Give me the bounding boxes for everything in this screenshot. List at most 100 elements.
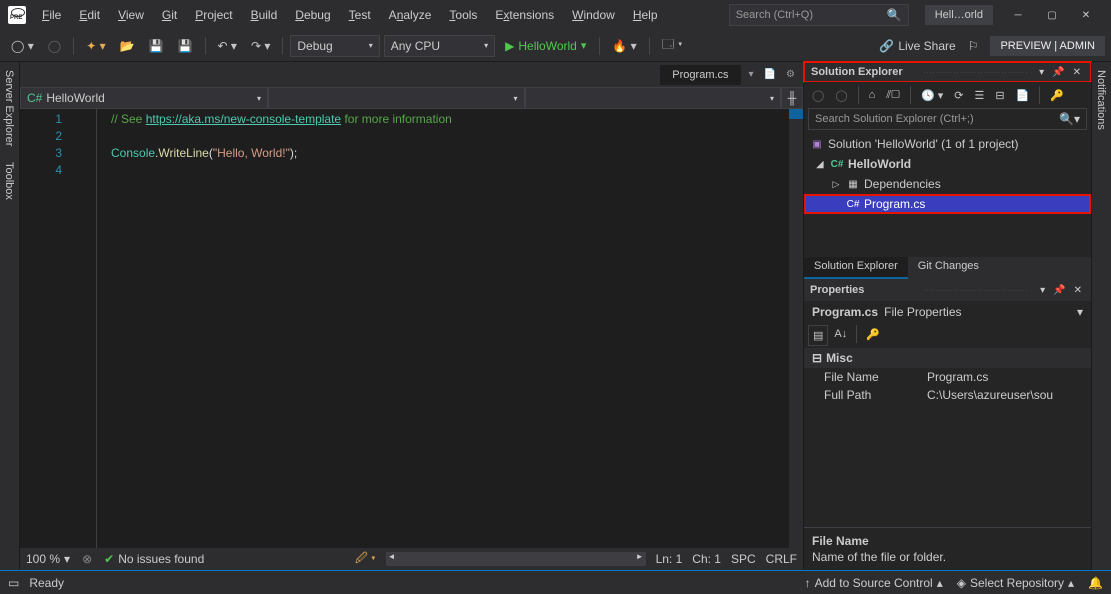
properties-category-misc[interactable]: ⊟Misc [804, 348, 1091, 368]
repo-icon: ◈ [957, 576, 966, 590]
tree-dependencies[interactable]: ▷▦Dependencies [804, 174, 1091, 194]
collapse-icon: ⊟ [812, 351, 822, 365]
nav-member-dropdown[interactable]: ▾ [525, 87, 782, 109]
notifications-tab[interactable]: Notifications [1092, 62, 1110, 138]
error-lens-icon[interactable]: ⊗ [82, 552, 92, 566]
undo-button[interactable]: ↶ ▾ [213, 36, 242, 56]
tab-dropdown-icon[interactable]: ▾ [745, 67, 758, 82]
platform-dropdown[interactable]: Any CPU▾ [384, 35, 495, 57]
nav-fwd-button[interactable]: ◯ [43, 36, 66, 56]
pin-icon[interactable]: 📌 [1050, 283, 1068, 298]
csharp-file-icon: C# [846, 199, 860, 210]
run-button[interactable]: ▶HelloWorld ▾ [499, 35, 592, 57]
se-collapse-icon[interactable]: ⊟ [991, 86, 1008, 105]
nav-back-button[interactable]: ◯ ▾ [6, 36, 39, 56]
close-button[interactable]: ✕ [1069, 2, 1103, 28]
output-icon[interactable]: ▭ [8, 576, 19, 590]
menu-tools[interactable]: Tools [441, 4, 485, 26]
save-all-button[interactable]: 💾 [173, 36, 198, 56]
main-menu: File Edit View Git Project Build Debug T… [34, 4, 721, 26]
solution-name[interactable]: Hell…orld [925, 5, 993, 25]
code-editor[interactable]: 1234 // See https://aka.ms/new-console-t… [20, 109, 803, 548]
se-sync-icon[interactable]: ⟳ [950, 86, 967, 105]
property-row-filename[interactable]: File NameProgram.cs [804, 368, 1091, 386]
nav-type-dropdown[interactable]: ▾ [268, 87, 525, 109]
menu-help[interactable]: Help [625, 4, 666, 26]
menu-window[interactable]: Window [564, 4, 623, 26]
horizontal-scrollbar[interactable] [386, 552, 646, 566]
indent-mode[interactable]: SPC [731, 552, 756, 566]
vs-logo-icon [8, 6, 26, 24]
live-share-button[interactable]: 🔗Live Share [879, 39, 955, 53]
search-placeholder: Search (Ctrl+Q) [736, 9, 887, 21]
char-col[interactable]: Ch: 1 [692, 552, 721, 566]
issues-indicator[interactable]: ✔No issues found [104, 552, 204, 566]
preview-admin-badge[interactable]: PREVIEW | ADMIN [990, 36, 1105, 56]
tab-settings-icon[interactable]: ⚙ [782, 67, 799, 82]
search-input[interactable]: Search (Ctrl+Q) 🔍 [729, 4, 909, 26]
se-home-icon[interactable]: ⌂ [865, 86, 880, 104]
tools-icon[interactable]: 🖉 ▾ [355, 549, 376, 570]
tree-project[interactable]: ◢C#HelloWorld [804, 154, 1091, 174]
server-explorer-tab[interactable]: Server Explorer [0, 62, 18, 154]
vertical-scrollbar[interactable] [789, 109, 803, 548]
sort-icon[interactable]: A↓ [830, 325, 851, 346]
tree-solution[interactable]: ▣Solution 'HelloWorld' (1 of 1 project) [804, 134, 1091, 154]
menu-view[interactable]: View [110, 4, 152, 26]
nav-project-dropdown[interactable]: C#HelloWorld▾ [20, 87, 268, 109]
menu-extensions[interactable]: Extensions [487, 4, 562, 26]
property-pages-icon[interactable]: 🔑 [862, 325, 884, 346]
menu-file[interactable]: File [34, 4, 69, 26]
tab-preview-icon[interactable]: 📄 [760, 67, 780, 82]
line-col[interactable]: Ln: 1 [656, 552, 683, 566]
close-icon[interactable]: ✕ [1071, 283, 1085, 298]
solution-explorer-search[interactable]: Search Solution Explorer (Ctrl+;) 🔍▾ [808, 108, 1087, 130]
pin-icon[interactable]: 📌 [1049, 65, 1067, 80]
menu-debug[interactable]: Debug [287, 4, 338, 26]
se-filter-icon[interactable]: ☰ [971, 86, 989, 105]
expander-icon[interactable]: ◢ [814, 159, 826, 170]
tab-solution-explorer[interactable]: Solution Explorer [804, 257, 908, 279]
properties-item[interactable]: Program.cs File Properties▾ [804, 301, 1091, 323]
property-row-fullpath[interactable]: Full PathC:\Users\azureuser\sou [804, 386, 1091, 404]
menu-build[interactable]: Build [243, 4, 286, 26]
toolbox-tab[interactable]: Toolbox [0, 154, 18, 208]
panel-dropdown-icon[interactable]: ▾ [1036, 65, 1047, 80]
browser-link-button[interactable]: 🗔 ▾ [657, 32, 688, 59]
menu-project[interactable]: Project [187, 4, 240, 26]
search-icon: 🔍 [887, 8, 902, 22]
minimize-button[interactable]: ─ [1001, 2, 1035, 28]
zoom-control[interactable]: 100 % ▾ [26, 552, 70, 566]
expander-icon[interactable]: ▷ [830, 179, 842, 190]
close-icon[interactable]: ✕ [1070, 65, 1084, 80]
line-ending[interactable]: CRLF [766, 552, 797, 566]
menu-edit[interactable]: Edit [71, 4, 108, 26]
feedback-icon[interactable]: ⚐ [968, 39, 979, 53]
panel-dropdown-icon[interactable]: ▾ [1037, 283, 1048, 298]
se-fwd-button[interactable]: ◯ [831, 86, 851, 105]
code-text[interactable]: // See https://aka.ms/new-console-templa… [76, 109, 789, 548]
menu-git[interactable]: Git [154, 4, 185, 26]
add-source-control-button[interactable]: ↑Add to Source Control ▴ [805, 576, 943, 590]
tree-file-program[interactable]: C#Program.cs [804, 194, 1091, 214]
se-back-button[interactable]: ◯ [808, 86, 828, 105]
categorize-icon[interactable]: ▤ [808, 325, 828, 346]
se-switch-views-icon[interactable]: ⫽▢ [882, 86, 904, 105]
new-project-button[interactable]: ✦ ▾ [81, 36, 110, 56]
tab-git-changes[interactable]: Git Changes [908, 257, 989, 279]
file-tab-program[interactable]: Program.cs [660, 65, 740, 85]
se-show-all-icon[interactable]: 📄 [1012, 86, 1034, 105]
split-editor-button[interactable]: ╫ [781, 87, 803, 109]
se-properties-icon[interactable]: 🔑 [1046, 86, 1068, 105]
redo-button[interactable]: ↷ ▾ [246, 36, 275, 56]
hot-reload-button[interactable]: 🔥 ▾ [607, 36, 641, 56]
menu-analyze[interactable]: Analyze [381, 4, 440, 26]
config-dropdown[interactable]: Debug▾ [290, 35, 379, 57]
open-button[interactable]: 📂 [115, 36, 140, 56]
select-repository-button[interactable]: ◈Select Repository ▴ [957, 576, 1074, 590]
maximize-button[interactable]: ▢ [1035, 2, 1069, 28]
se-pending-icon[interactable]: 🕓 ▾ [917, 86, 947, 105]
notifications-icon[interactable]: 🔔 [1088, 576, 1103, 590]
save-button[interactable]: 💾 [144, 36, 169, 56]
menu-test[interactable]: Test [341, 4, 379, 26]
